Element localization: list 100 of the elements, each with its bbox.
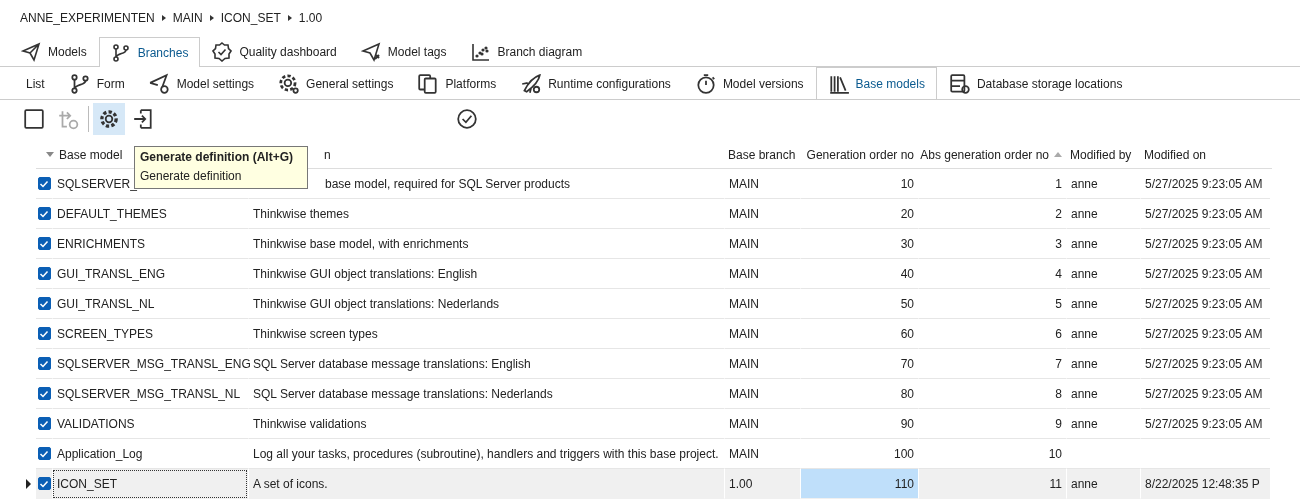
tooltip-title: Generate definition (Alt+G) [140,150,294,164]
table-cell: base model, required for SQL Server products [325,176,570,191]
table-cell: anne [1071,176,1098,191]
table-cell: MAIN [729,176,759,191]
checkbox[interactable] [37,207,51,220]
generate-button[interactable] [93,103,125,135]
column-header[interactable]: n [324,147,331,162]
plane-icon [21,42,41,62]
table-cell: anne [1071,266,1098,281]
column-header[interactable]: Base model [59,147,123,162]
checkbox[interactable] [37,177,51,190]
branch-icon [68,72,91,95]
rocket-icon [520,72,543,95]
checkbox[interactable] [37,267,51,280]
table-cell: 8/22/2025 12:48:35 P [1145,476,1260,491]
tab[interactable]: Platforms [405,67,509,99]
table-cell: anne [1071,206,1098,221]
gear-icon [98,108,120,130]
table-cell: GUI_TRANSL_NL [57,296,155,311]
checkbox[interactable] [37,477,51,490]
checkbox[interactable] [37,297,51,310]
table-cell: 1.00 [729,476,753,491]
table-cell: Log all your tasks, procedures (subroutine), handlers and triggers with this base project. [253,446,719,461]
breadcrumb-item[interactable]: ANNE_EXPERIMENTEN [20,11,155,25]
table-cell: anne [1071,416,1098,431]
table-cell: GUI_TRANSL_ENG [57,266,166,281]
breadcrumb-item[interactable]: MAIN [172,11,203,25]
table-cell: 5/27/2025 9:23:05 AM [1145,206,1263,221]
tab[interactable]: Model tags [348,37,459,66]
table-cell: 5 [1055,296,1062,311]
table-cell: 100 [893,446,914,461]
table-row[interactable]: SQLSERVER_MSG_TRANSL_NL SQL Server database message translations: Nederlands MAIN 80 8 anne 5/27/2025 9:23:05 AM [20,379,1272,409]
checkbox[interactable] [37,387,51,400]
table-cell: 5/27/2025 9:23:05 AM [1145,356,1263,371]
separator-icon [161,15,166,21]
checkbox[interactable] [37,237,51,250]
table-row[interactable]: VALIDATIONS Thinkwise validations MAIN 90 9 anne 5/27/2025 9:23:05 AM [20,409,1272,439]
checkbox[interactable] [37,447,51,460]
table-cell: 3 [1055,236,1062,251]
separator-icon [209,15,214,21]
table-cell: MAIN [729,206,759,221]
table-row[interactable]: GUI_TRANSL_ENG Thinkwise GUI object translations: English MAIN 40 4 anne 5/27/2025 9:23:05 AM [20,259,1272,289]
table-cell: 60 [900,326,914,341]
books-icon [827,73,850,95]
checkbox[interactable] [37,357,51,370]
table-cell: SQLSERVER_MSG_TRANSL_NL [57,386,241,401]
breadcrumb-item[interactable]: 1.00 [298,11,323,25]
table-row[interactable]: GUI_TRANSL_NL Thinkwise GUI object translations: Nederlands MAIN 50 5 anne 5/27/2025 9:23:05 AM [20,289,1272,319]
tab[interactable]: Runtime configurations [508,67,683,99]
column-header[interactable]: Modified by [1070,147,1132,162]
plane-gear-icon [148,72,171,95]
tab[interactable]: Model versions [682,67,816,99]
table-cell: 5/27/2025 9:23:05 AM [1145,386,1263,401]
tab[interactable]: Form [56,67,137,99]
table-cell: SQLSERVER_MSG_TRANSL_ENG [57,356,251,371]
table-cell: Thinkwise screen types [253,326,378,341]
tab[interactable]: Quality dashboard [200,37,349,66]
table-cell: VALIDATIONS [57,416,135,431]
table-cell: 10 [900,176,914,191]
column-header[interactable]: Modified on [1144,147,1207,162]
table-cell: 5/27/2025 9:23:05 AM [1145,266,1263,281]
checkbox[interactable] [37,417,51,430]
table-cell: SQL Server database message translations: English [253,356,531,371]
checkbox[interactable] [37,327,51,340]
table-cell: SQL Server database message translations: Nederlands [253,386,553,401]
table-cell: 2 [1055,206,1062,221]
table-row[interactable]: ICON_SET A set of icons. 1.00 110 11 anne 8/22/2025 12:48:35 P [20,469,1272,499]
exit-icon [132,108,154,130]
table-cell: MAIN [729,326,759,341]
table-cell: SCREEN_TYPES [57,326,154,341]
tab[interactable]: Base models [815,67,937,100]
column-header[interactable]: Abs generation order no [920,147,1049,162]
table-row[interactable]: ENRICHMENTS Thinkwise base model, with enrichments MAIN 30 3 anne 5/27/2025 9:23:05 AM [20,229,1272,259]
table-cell: 110 [894,476,914,491]
tab[interactable]: Branch diagram [458,37,595,66]
table-cell: 80 [900,386,914,401]
tab[interactable]: List [14,67,57,99]
tab[interactable]: Branches [98,37,201,67]
check-circle-icon [456,108,478,130]
table-cell: 9 [1055,416,1062,431]
table-row[interactable]: SCREEN_TYPES Thinkwise screen types MAIN 60 6 anne 5/27/2025 9:23:05 AM [20,319,1272,349]
table-cell: 6 [1055,326,1062,341]
tab[interactable]: Model settings [136,67,267,99]
table-row[interactable]: DEFAULT_THEMES Thinkwise themes MAIN 20 2 anne 5/27/2025 9:23:05 AM [20,199,1272,229]
tab[interactable]: General settings [266,67,406,99]
tag-plane-icon [360,42,381,62]
table-cell: Thinkwise validations [253,416,367,431]
table-cell: MAIN [729,296,759,311]
tab[interactable]: Models [9,37,99,66]
column-header[interactable]: Generation order no [806,147,914,162]
table-cell: MAIN [729,386,759,401]
badge-check-icon [212,42,233,62]
table-cell: anne [1071,356,1098,371]
tooltip-text: Generate definition [140,169,243,183]
tab[interactable]: Database storage locations [936,67,1135,99]
table-row[interactable]: SQLSERVER_MSG_TRANSL_ENG SQL Server database message translations: English MAIN 70 7 anne 5/27/2025 9:23:05 AM [20,349,1272,379]
gear-icon [278,72,301,95]
breadcrumb-item[interactable]: ICON_SET [220,11,281,25]
table-cell: Thinkwise base model, with enrichments [253,236,469,251]
column-header[interactable]: Base branch [728,147,796,162]
